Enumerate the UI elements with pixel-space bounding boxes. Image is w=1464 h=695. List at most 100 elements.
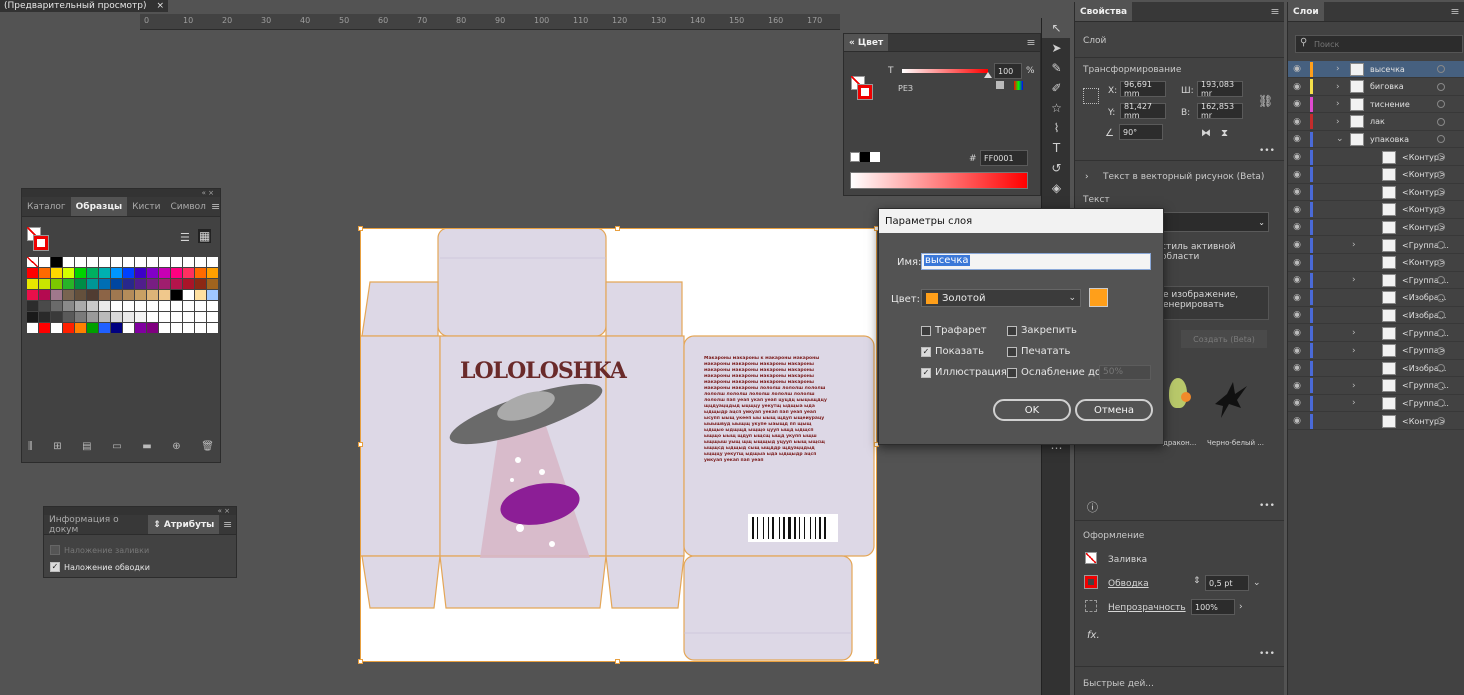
swatch[interactable] — [171, 268, 182, 278]
visibility-eye-icon[interactable]: ◉ — [1288, 363, 1306, 373]
swatch[interactable] — [63, 312, 74, 322]
swatch[interactable] — [171, 323, 182, 333]
swatch[interactable] — [183, 301, 194, 311]
swatch[interactable] — [123, 323, 134, 333]
tint-slider[interactable] — [902, 69, 988, 73]
panel-menu-icon[interactable]: ≡ — [219, 515, 236, 534]
visibility-eye-icon[interactable]: ◉ — [1288, 152, 1306, 162]
swatch-options-icon[interactable]: ▤ — [82, 441, 91, 452]
swatch[interactable] — [75, 290, 86, 300]
swatch[interactable] — [39, 279, 50, 289]
swatch[interactable] — [27, 301, 38, 311]
text-type-select[interactable]: ⌄ — [1161, 212, 1269, 232]
layers-search[interactable]: ⚲ — [1295, 35, 1463, 53]
visibility-eye-icon[interactable]: ◉ — [1288, 416, 1306, 426]
swatch[interactable] — [87, 268, 98, 278]
black-swatch[interactable] — [860, 152, 870, 162]
white-swatch[interactable] — [870, 152, 880, 162]
swatch[interactable] — [63, 268, 74, 278]
fill-none-icon[interactable] — [1085, 552, 1097, 564]
tab-swatches-2[interactable]: Кисти — [127, 197, 165, 216]
target-circle-icon[interactable] — [1437, 241, 1445, 249]
swatch[interactable] — [27, 268, 38, 278]
direct-selection-tool-icon[interactable]: ➤ — [1042, 38, 1071, 58]
opacity-label[interactable]: Непрозрачность — [1108, 603, 1186, 613]
lock-checkbox[interactable]: Закрепить — [1007, 325, 1077, 336]
opacity-input[interactable]: 100% — [1191, 599, 1235, 615]
swatch[interactable] — [51, 268, 62, 278]
swatch[interactable] — [207, 323, 218, 333]
layer-row[interactable]: ◉ › высечка — [1288, 61, 1464, 78]
swatch[interactable] — [51, 312, 62, 322]
swatch[interactable] — [123, 290, 134, 300]
swatch[interactable] — [207, 312, 218, 322]
visibility-eye-icon[interactable]: ◉ — [1288, 222, 1306, 232]
swatch[interactable] — [75, 268, 86, 278]
target-circle-icon[interactable] — [1437, 117, 1445, 126]
swatch[interactable] — [135, 323, 146, 333]
swatch[interactable] — [183, 257, 194, 267]
swatch[interactable] — [39, 323, 50, 333]
swatch[interactable] — [27, 290, 38, 300]
swatch[interactable] — [147, 312, 158, 322]
show-checkbox[interactable]: ✓ Показать — [921, 346, 984, 357]
swatch[interactable] — [51, 257, 62, 267]
layer-row[interactable]: ◉ <Контур> — [1288, 219, 1464, 237]
selection-handle[interactable] — [358, 442, 363, 447]
visibility-eye-icon[interactable]: ◉ — [1288, 275, 1306, 285]
tab-swatches-1[interactable]: Образцы — [70, 197, 128, 216]
swatch[interactable] — [135, 290, 146, 300]
tab-swatches-3[interactable]: Символ — [165, 197, 211, 216]
fill-stroke-proxy[interactable] — [27, 227, 49, 251]
layer-row[interactable]: ◉ › <Группа ... — [1288, 237, 1464, 254]
tab-color[interactable]: « Цвет — [844, 34, 889, 51]
layer-row[interactable]: ◉ › тиснение — [1288, 96, 1464, 114]
swatch[interactable] — [75, 257, 86, 267]
layer-row[interactable]: ◉ <Изобра... — [1288, 360, 1464, 378]
target-circle-icon[interactable] — [1437, 153, 1445, 161]
close-panel-icon[interactable]: × — [208, 189, 214, 197]
stroke-overprint-checkbox[interactable]: ✓ Наложение обводки — [50, 562, 150, 572]
swatch[interactable] — [135, 279, 146, 289]
swatch[interactable] — [147, 268, 158, 278]
none-swatch[interactable] — [850, 152, 860, 162]
curvature-tool-icon[interactable]: ✐ — [1042, 78, 1071, 98]
selection-handle[interactable] — [615, 659, 620, 664]
target-circle-icon[interactable] — [1437, 100, 1445, 109]
visibility-eye-icon[interactable]: ◉ — [1288, 64, 1306, 74]
visibility-eye-icon[interactable]: ◉ — [1288, 258, 1306, 268]
layer-row[interactable]: ◉ <Изобра... — [1288, 307, 1464, 325]
swatch[interactable] — [87, 257, 98, 267]
swatch[interactable] — [27, 279, 38, 289]
swatch[interactable] — [147, 301, 158, 311]
visibility-eye-icon[interactable]: ◉ — [1288, 328, 1306, 338]
swatch[interactable] — [111, 312, 122, 322]
swatch[interactable] — [183, 268, 194, 278]
panel-menu-icon[interactable]: ≡ — [1446, 2, 1464, 21]
swatch[interactable] — [51, 323, 62, 333]
layer-row[interactable]: ◉ › <Группа ... — [1288, 325, 1464, 342]
swatch[interactable] — [87, 279, 98, 289]
swatch[interactable] — [159, 257, 170, 267]
artboard[interactable]: LOLOLOSHKA Макароны макароны к макароны … — [358, 226, 879, 664]
expand-toggle-icon[interactable]: › — [1352, 328, 1356, 338]
x-input[interactable]: 96,691 mm — [1120, 80, 1166, 98]
swatch[interactable] — [135, 268, 146, 278]
swatch[interactable] — [123, 301, 134, 311]
swatch[interactable] — [171, 290, 182, 300]
cancel-button[interactable]: Отмена — [1075, 399, 1153, 421]
swatch[interactable] — [159, 279, 170, 289]
swatch[interactable] — [51, 290, 62, 300]
swatch[interactable] — [183, 279, 194, 289]
layer-row[interactable]: ◉ <Изобра... — [1288, 290, 1464, 307]
preview-checkbox[interactable]: ✓ Иллюстрация — [921, 367, 1007, 378]
layer-row[interactable]: ◉ › <Группа ... — [1288, 378, 1464, 395]
visibility-eye-icon[interactable]: ◉ — [1288, 346, 1306, 356]
layer-color-select[interactable]: Золотой ⌄ — [921, 289, 1081, 307]
swatch[interactable] — [159, 268, 170, 278]
swatch[interactable] — [195, 257, 206, 267]
generate-button[interactable]: Создать (Beta) — [1181, 330, 1267, 348]
swatch[interactable] — [159, 312, 170, 322]
more-options-icon[interactable]: ••• — [1259, 146, 1275, 156]
stroke-label[interactable]: Обводка — [1108, 579, 1149, 589]
